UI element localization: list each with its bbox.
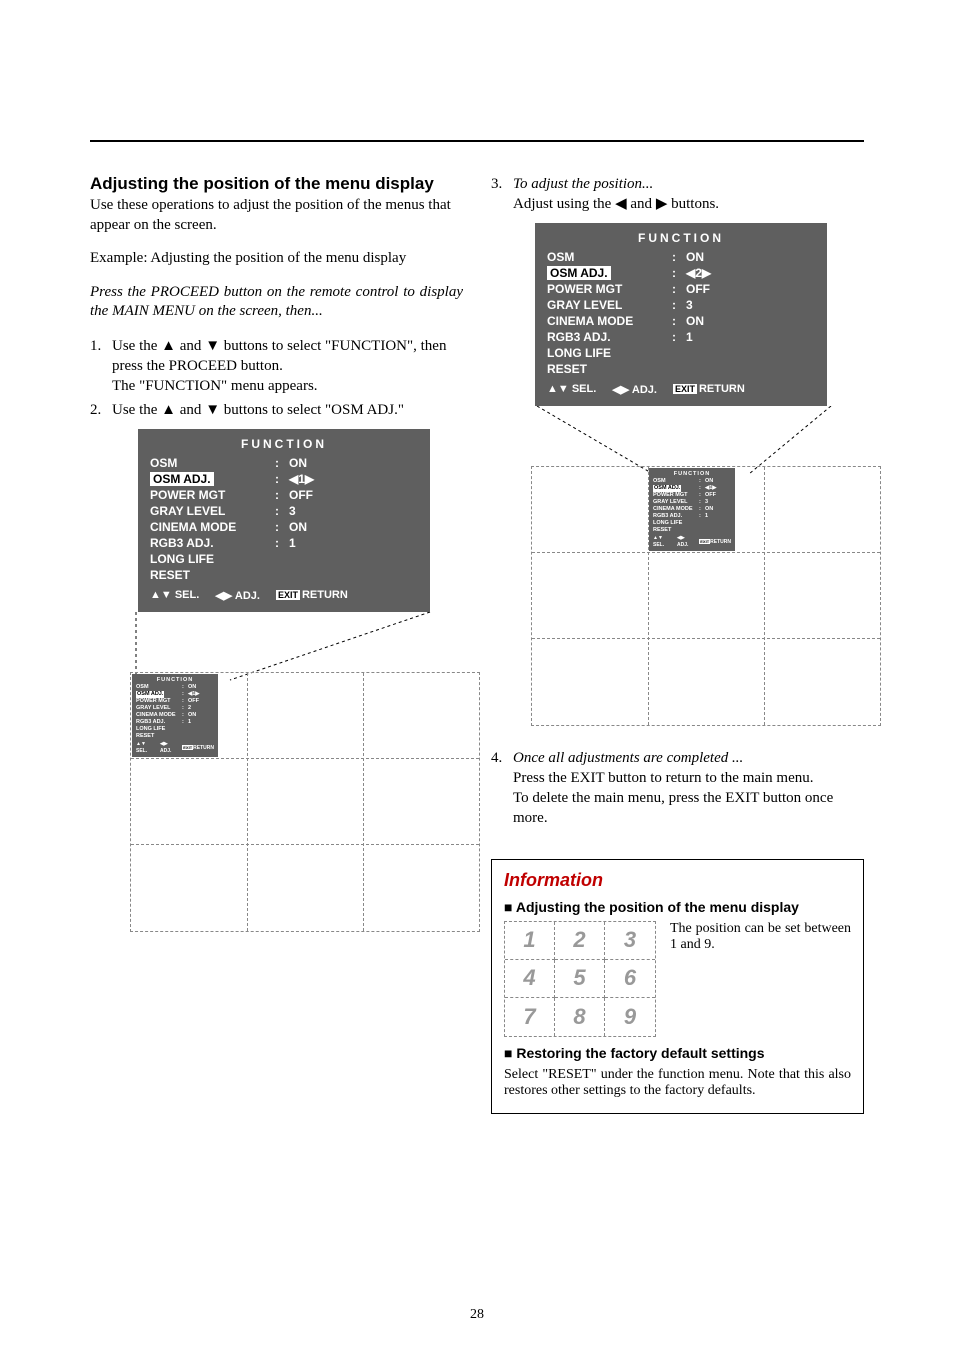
step-1: 1. Use the ▲ and ▼ buttons to select "FU… xyxy=(90,336,463,397)
osd-row-val: ON xyxy=(289,456,307,470)
screen-grid-left: FUNCTION OSM:ON OSM ADJ.:◀1▶ POWER MGT:O… xyxy=(130,672,480,932)
osd-tiny-right: FUNCTION OSM:ON OSM ADJ.:◀1▶ POWER MGT:O… xyxy=(649,468,735,551)
osd-row-label: POWER MGT xyxy=(150,488,275,502)
osd-row-val: 1 xyxy=(289,536,296,550)
return-indicator: EXITRETURN xyxy=(276,589,348,601)
up-triangle-icon: ▲ xyxy=(161,401,176,418)
osd-row-val: OFF xyxy=(686,282,710,296)
leftright-icon: ◀▶ xyxy=(215,590,232,602)
updown-icon: ▲▼ xyxy=(150,589,172,601)
osd-tiny-left: FUNCTION OSM:ON OSM ADJ.:◀1▶ POWER MGT:O… xyxy=(132,674,218,757)
press-proceed-text: Press the PROCEED button on the remote c… xyxy=(90,283,463,322)
osd-footer: ▲▼ SEL. ◀▶ ADJ. EXITRETURN xyxy=(150,589,418,602)
section-heading-left: Adjusting the position of the menu displ… xyxy=(90,174,463,194)
grid-pos-6: 6 xyxy=(605,960,655,998)
info-subheading-1: Adjusting the position of the menu displ… xyxy=(504,899,851,915)
adj-indicator: ◀▶ ADJ. xyxy=(612,383,657,396)
example-text: Example: Adjusting the position of the m… xyxy=(90,249,463,269)
sel-indicator: ▲▼ SEL. xyxy=(547,383,596,395)
step3-part-b: and xyxy=(627,196,656,212)
osd-row-val: 3 xyxy=(289,504,296,518)
grid-pos-2: 2 xyxy=(555,922,605,960)
osd-title: FUNCTION xyxy=(150,437,418,451)
exit-badge: EXIT xyxy=(276,590,300,600)
step3-part-c: buttons. xyxy=(667,196,719,212)
leftright-icon: ◀▶ xyxy=(612,384,629,396)
osd-adj-val: ◀1▶ xyxy=(289,472,314,486)
osd-row-label: POWER MGT xyxy=(547,282,672,296)
step2-part-b: and xyxy=(176,402,205,418)
osd-row-label: RGB3 ADJ. xyxy=(150,536,275,550)
sel-indicator: ▲▼ SEL. xyxy=(150,589,199,601)
osd-row-val: OFF xyxy=(289,488,313,502)
step-4: 4. Once all adjustments are completed ..… xyxy=(491,748,864,829)
osd-row-val: 1 xyxy=(686,330,693,344)
osd-row-label: RESET xyxy=(547,362,672,376)
leader-lines-left xyxy=(130,612,480,672)
intro-text: Use these operations to adjust the posit… xyxy=(90,196,463,235)
osd-row-label: RGB3 ADJ. xyxy=(547,330,672,344)
osd-row-label: CINEMA MODE xyxy=(547,314,672,328)
osd-row-label: OSM xyxy=(547,250,672,264)
osd-row-val: 3 xyxy=(686,298,693,312)
osd-title: FUNCTION xyxy=(547,231,815,245)
grid-pos-3: 3 xyxy=(605,922,655,960)
osd-row-val: ON xyxy=(289,520,307,534)
grid-pos-8: 8 xyxy=(555,998,605,1036)
step1-part-b: and xyxy=(176,338,205,354)
osd-row-label: LONG LIFE xyxy=(547,346,672,360)
down-triangle-icon: ▼ xyxy=(205,337,220,354)
osd-row-label: GRAY LEVEL xyxy=(547,298,672,312)
information-box: Information Adjusting the position of th… xyxy=(491,859,864,1114)
info-subheading-2: Restoring the factory default settings xyxy=(504,1045,851,1061)
horizontal-rule xyxy=(90,140,864,142)
grid-pos-4: 4 xyxy=(505,960,555,998)
osd-footer: ▲▼ SEL. ◀▶ ADJ. EXITRETURN xyxy=(547,383,815,396)
osd-menu-right: FUNCTION OSM:ON OSM ADJ.:◀2▶ POWER MGT:O… xyxy=(535,223,827,406)
grid-cell-1: FUNCTION OSM:ON OSM ADJ.:◀1▶ POWER MGT:O… xyxy=(130,672,246,758)
step-2: 2. Use the ▲ and ▼ buttons to select "OS… xyxy=(90,400,463,420)
step-3: 3. To adjust the position... Adjust usin… xyxy=(491,174,864,215)
osd-row-val: ON xyxy=(686,250,704,264)
osd-row-label-selected: OSM ADJ. xyxy=(547,266,611,280)
info-restore-text: Select "RESET" under the function menu. … xyxy=(504,1067,851,1099)
osd-row-label: OSM xyxy=(150,456,275,470)
info-title: Information xyxy=(504,870,851,891)
step2-part-c: buttons to select "OSM ADJ." xyxy=(220,402,404,418)
osd-row-val: ON xyxy=(686,314,704,328)
grid-pos-7: 7 xyxy=(505,998,555,1036)
leader-lines-right xyxy=(531,406,881,466)
osd-row-label: LONG LIFE xyxy=(150,552,275,566)
page-number: 28 xyxy=(0,1307,954,1323)
step4-label: Once all adjustments are completed ... xyxy=(513,750,743,766)
grid-pos-9: 9 xyxy=(605,998,655,1036)
step4-part-b: To delete the main menu, press the EXIT … xyxy=(513,790,833,826)
exit-badge: EXIT xyxy=(673,384,697,394)
step2-part-a: Use the xyxy=(112,402,161,418)
up-triangle-icon: ▲ xyxy=(161,337,176,354)
step3-label: To adjust the position... xyxy=(513,176,653,192)
osd-row-label-selected: OSM ADJ. xyxy=(150,472,214,486)
grid-pos-1: 1 xyxy=(505,922,555,960)
osd-row-label: RESET xyxy=(150,568,275,582)
osd-menu-left: FUNCTION OSM:ON OSM ADJ.:◀1▶ POWER MGT:O… xyxy=(138,429,430,612)
grid-cell-2: FUNCTION OSM:ON OSM ADJ.:◀1▶ POWER MGT:O… xyxy=(647,466,763,552)
down-triangle-icon: ▼ xyxy=(205,401,220,418)
osd-row-label: GRAY LEVEL xyxy=(150,504,275,518)
grid-pos-5: 5 xyxy=(555,960,605,998)
osd-row-label: CINEMA MODE xyxy=(150,520,275,534)
step4-part-a: Press the EXIT button to return to the m… xyxy=(513,770,814,786)
right-triangle-icon: ▶ xyxy=(656,195,668,212)
updown-icon: ▲▼ xyxy=(547,383,569,395)
screen-grid-right: FUNCTION OSM:ON OSM ADJ.:◀1▶ POWER MGT:O… xyxy=(531,466,881,726)
return-indicator: EXITRETURN xyxy=(673,383,745,395)
osd-adj-val: ◀2▶ xyxy=(686,266,711,280)
step1-part-a: Use the xyxy=(112,338,161,354)
step1-part-d: The "FUNCTION" menu appears. xyxy=(112,378,318,394)
step3-part-a: Adjust using the xyxy=(513,196,615,212)
left-triangle-icon: ◀ xyxy=(615,195,627,212)
info-desc: The position can be set between 1 and 9. xyxy=(670,921,851,953)
position-number-grid: 1 2 3 4 5 6 7 8 9 xyxy=(504,921,656,1037)
adj-indicator: ◀▶ ADJ. xyxy=(215,589,260,602)
